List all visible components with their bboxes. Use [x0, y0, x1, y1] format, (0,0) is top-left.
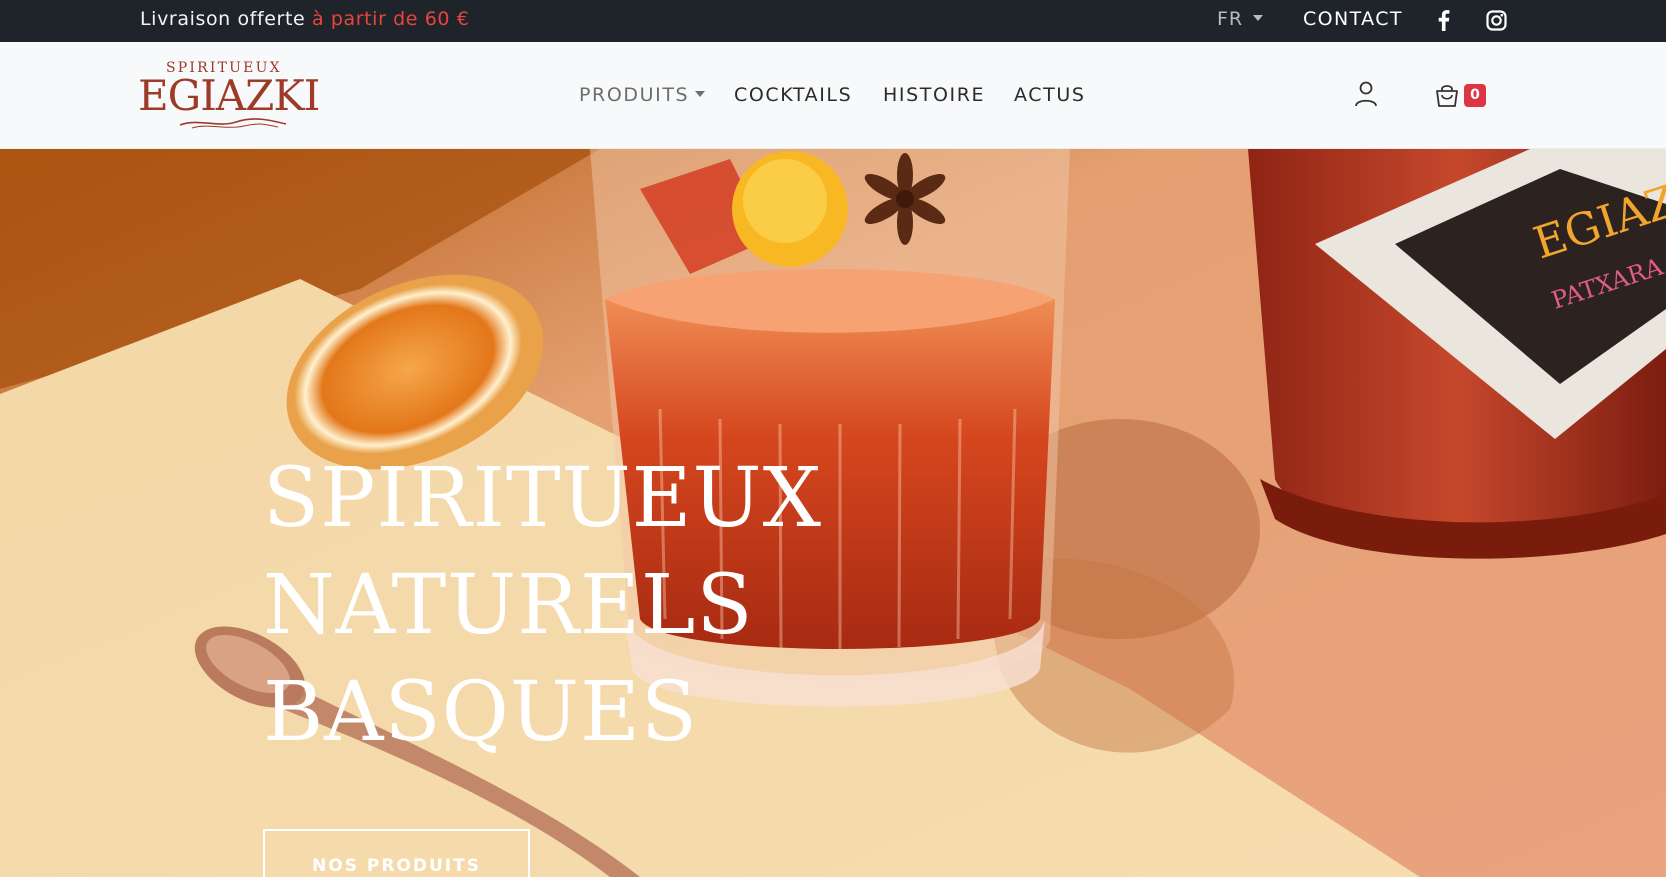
shipping-promo: Livraison offerte à partir de 60 €	[140, 0, 469, 42]
nav-item-produits[interactable]: PRODUITS	[579, 42, 706, 149]
nav-item-histoire[interactable]: HISTOIRE	[883, 42, 985, 149]
logo-swoosh	[179, 118, 287, 129]
nav-item-cocktails[interactable]: COCKTAILS	[734, 42, 852, 149]
top-bar: Livraison offerte à partir de 60 € FR CO…	[0, 0, 1666, 42]
hero-title-line: SPIRITUEUX	[263, 451, 823, 546]
chevron-down-icon	[1253, 14, 1264, 21]
chevron-down-icon	[695, 90, 706, 97]
our-products-button[interactable]: NOS PRODUITS	[263, 829, 530, 877]
nav-item-actus[interactable]: ACTUS	[1014, 42, 1086, 149]
hero-title: SPIRITUEUX NATURELS BASQUES	[263, 445, 963, 766]
promo-text: Livraison offerte	[140, 8, 306, 30]
main-navbar: SPIRITUEUX EGIAZKI PRODUITS COCKTAILS HI…	[0, 42, 1666, 149]
instagram-icon[interactable]	[1486, 10, 1507, 31]
brand-name: EGIAZKI	[138, 71, 320, 120]
shopping-bag-icon[interactable]	[1434, 82, 1460, 108]
hero-banner: EGIAZ PATXARA SPIRITUEUX NATURELS BASQUE…	[0, 149, 1666, 877]
contact-link[interactable]: CONTACT	[1303, 0, 1403, 42]
user-account-icon[interactable]	[1354, 80, 1378, 108]
hero-title-line: BASQUES	[263, 665, 699, 760]
language-label: FR	[1217, 8, 1244, 30]
language-selector[interactable]: FR	[1217, 0, 1264, 42]
brand-logo[interactable]: SPIRITUEUX EGIAZKI	[138, 60, 320, 132]
promo-highlight: à partir de 60 €	[311, 8, 470, 30]
nav-item-label: PRODUITS	[579, 84, 690, 106]
hero-title-line: NATURELS	[263, 558, 754, 653]
cart-count-badge: 0	[1464, 84, 1486, 107]
facebook-icon[interactable]	[1434, 9, 1452, 31]
